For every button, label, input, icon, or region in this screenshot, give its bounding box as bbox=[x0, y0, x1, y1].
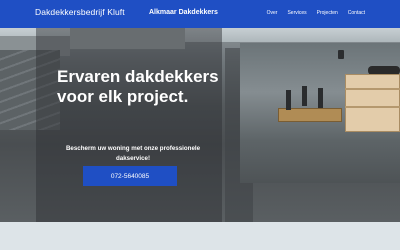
region-title: Alkmaar Dakdekkers bbox=[149, 9, 218, 16]
hero-pallet bbox=[278, 108, 342, 122]
hero-overlay bbox=[36, 28, 222, 222]
hero-bucket bbox=[338, 50, 344, 59]
hero-material-stack bbox=[345, 74, 400, 132]
hero-headline-line: Ervaren dakdekkers bbox=[57, 67, 219, 86]
phone-button[interactable]: 072-5640085 bbox=[83, 166, 177, 186]
main-nav: Over Services Projecten Contact bbox=[267, 10, 365, 16]
hero-post bbox=[286, 90, 291, 110]
page: Dakdekkersbedrijf Kluft Alkmaar Dakdekke… bbox=[0, 0, 400, 250]
nav-link-over[interactable]: Over bbox=[267, 10, 278, 16]
hero-material-strap bbox=[345, 106, 400, 108]
hero-material-strap bbox=[345, 88, 400, 90]
hero-post bbox=[318, 88, 323, 108]
hero-post bbox=[302, 86, 307, 106]
nav-link-services[interactable]: Services bbox=[287, 10, 306, 16]
site-header: Dakdekkersbedrijf Kluft Alkmaar Dakdekke… bbox=[0, 0, 400, 28]
hero-section bbox=[0, 28, 400, 222]
site-brand[interactable]: Dakdekkersbedrijf Kluft bbox=[35, 7, 125, 17]
hero-subtext: Bescherm uw woning met onze professionel… bbox=[65, 145, 201, 162]
nav-link-contact[interactable]: Contact bbox=[348, 10, 365, 16]
hero-headline: Ervaren dakdekkers voor elk project. bbox=[57, 67, 227, 107]
page-footer-band bbox=[0, 222, 400, 250]
hero-headline-line: voor elk project. bbox=[57, 87, 189, 106]
nav-link-projecten[interactable]: Projecten bbox=[317, 10, 338, 16]
